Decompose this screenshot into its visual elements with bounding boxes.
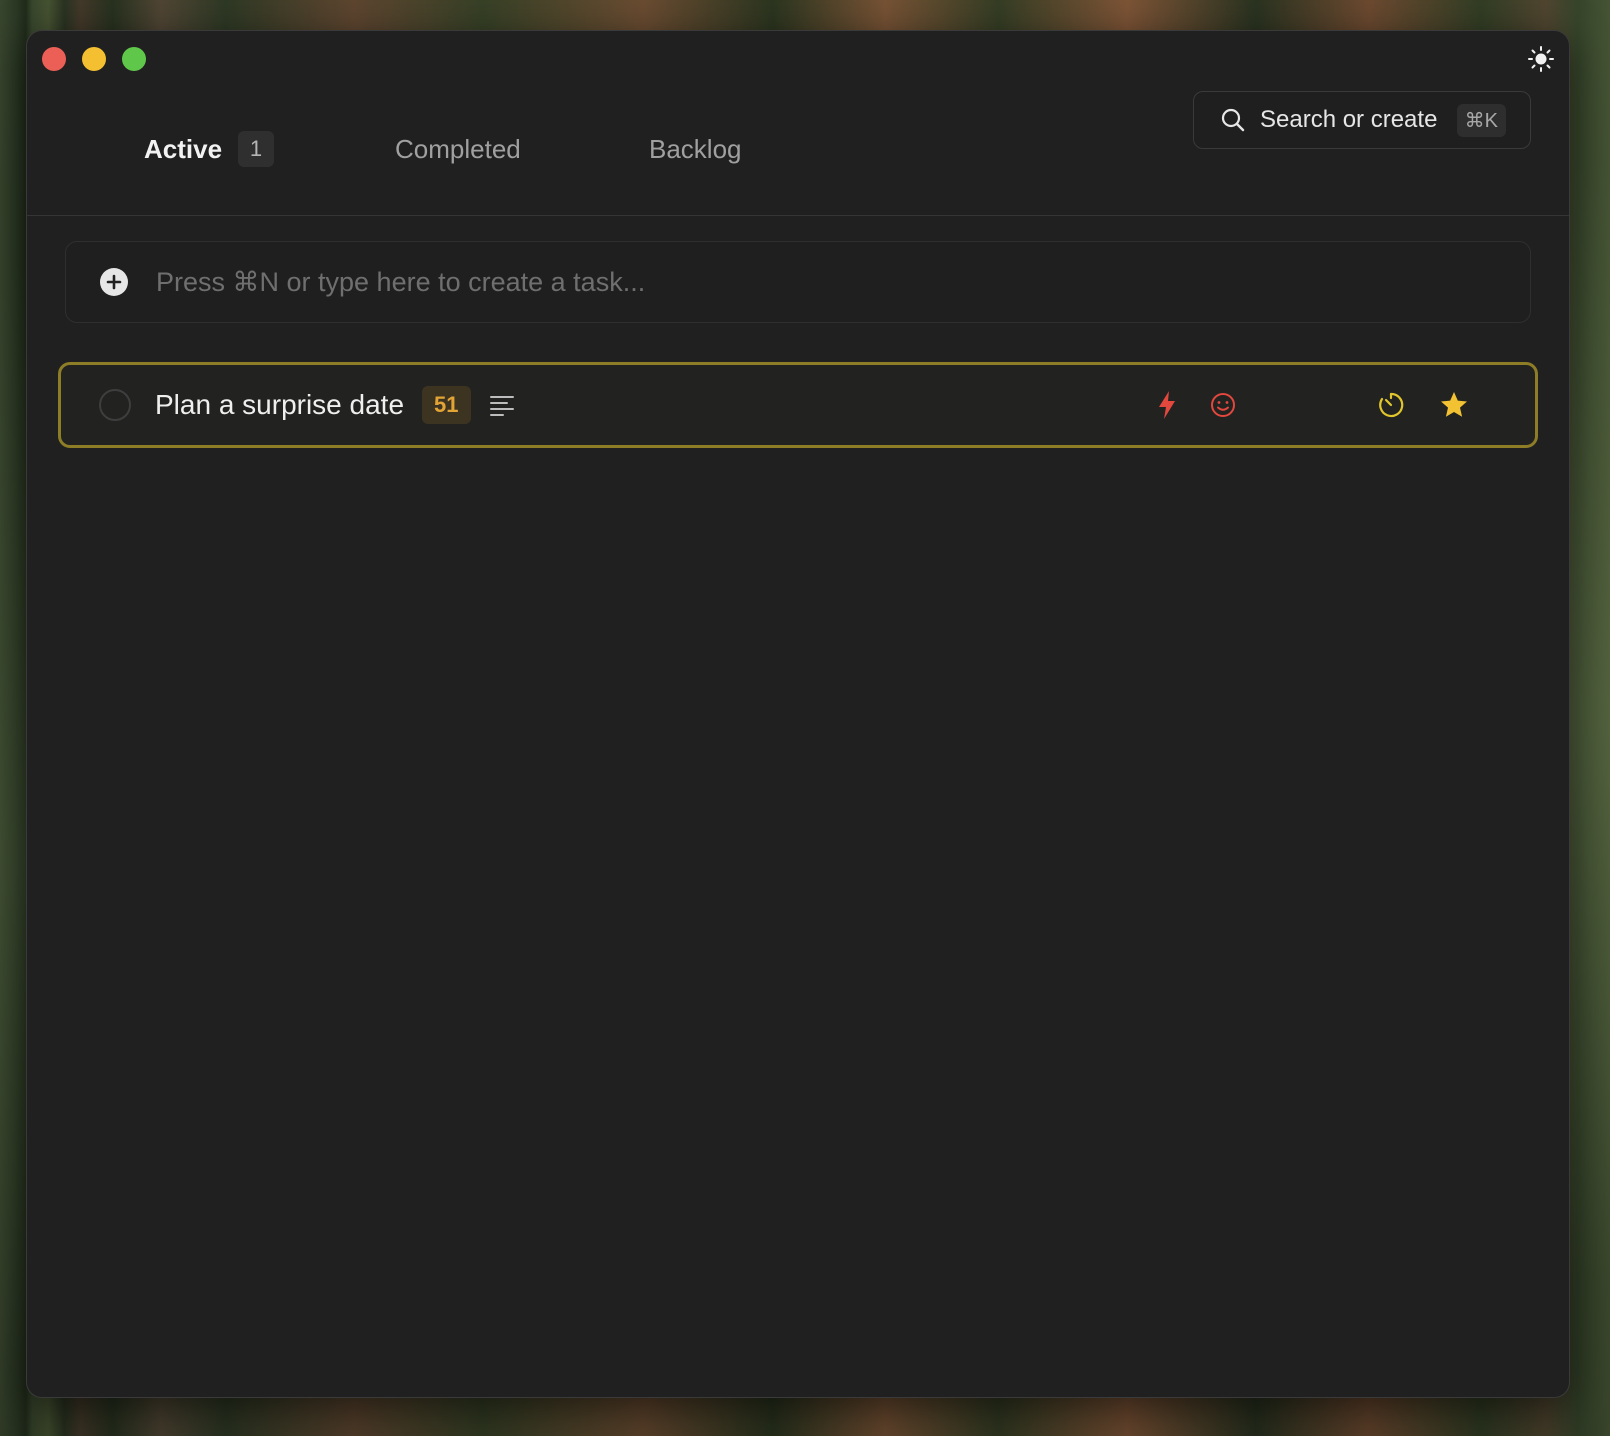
window-controls	[42, 47, 146, 71]
search-or-create-button[interactable]: Search or create ⌘K	[1193, 91, 1531, 149]
header-divider	[27, 215, 1569, 216]
task-title: Plan a surprise date	[155, 389, 405, 420]
tab-active[interactable]: Active 1	[144, 129, 275, 169]
maximize-window-button[interactable]	[122, 47, 146, 71]
timer-button[interactable]	[1377, 391, 1405, 419]
search-label: Search or create	[1260, 106, 1438, 133]
tab-active-count-badge: 1	[238, 131, 275, 167]
task-complete-checkbox[interactable]	[99, 389, 131, 421]
search-shortcut-hint: ⌘K	[1456, 103, 1506, 137]
tab-backlog-label: Backlog	[649, 133, 742, 164]
create-task-bar	[65, 241, 1531, 323]
priority-lightning-button[interactable]	[1156, 390, 1178, 420]
task-row[interactable]: Plan a surprise date 51	[58, 362, 1538, 448]
lightning-icon	[1159, 391, 1175, 419]
star-icon	[1441, 392, 1467, 417]
mood-smiley-button[interactable]	[1209, 391, 1237, 419]
sun-icon	[1528, 46, 1554, 72]
minimize-window-button[interactable]	[82, 47, 106, 71]
create-task-input[interactable]	[154, 265, 1530, 299]
timer-icon	[1379, 392, 1404, 418]
task-score-badge: 51	[422, 386, 471, 424]
search-icon	[1221, 108, 1245, 132]
smiley-icon	[1211, 393, 1235, 417]
theme-toggle-button[interactable]	[1525, 43, 1557, 75]
add-task-button[interactable]	[100, 268, 128, 296]
app-window: Active 1 Completed Backlog Search or cre…	[26, 30, 1570, 1398]
tab-completed[interactable]: Completed	[395, 129, 521, 169]
close-window-button[interactable]	[42, 47, 66, 71]
star-button[interactable]	[1439, 390, 1469, 420]
tab-active-label: Active	[144, 133, 223, 164]
tab-completed-label: Completed	[395, 133, 521, 164]
task-notes-button[interactable]	[489, 393, 515, 417]
plus-icon	[106, 274, 122, 290]
notes-lines-icon	[489, 396, 514, 416]
tab-backlog[interactable]: Backlog	[649, 129, 742, 169]
